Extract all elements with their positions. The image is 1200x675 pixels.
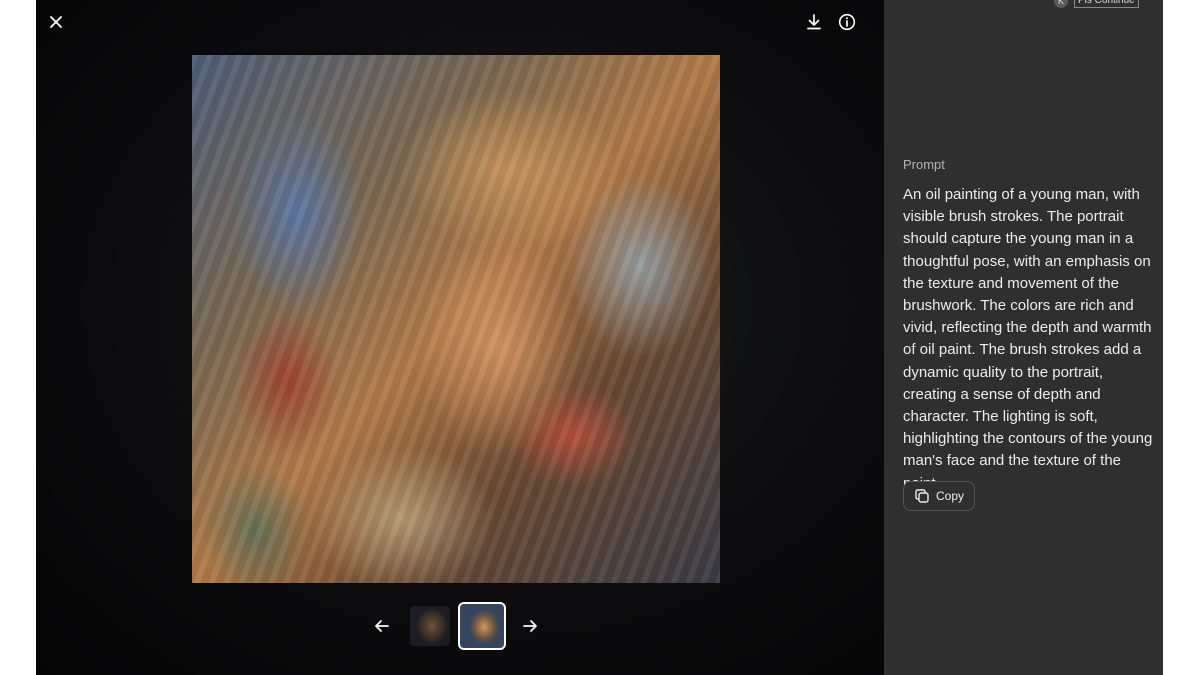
copy-button[interactable]: Copy xyxy=(903,481,976,511)
generated-image xyxy=(192,55,720,583)
next-image-button[interactable] xyxy=(516,612,544,640)
previous-image-button[interactable] xyxy=(368,612,396,640)
avatar: K xyxy=(1054,0,1068,8)
thumbnail-2-selected[interactable] xyxy=(458,602,506,650)
download-icon xyxy=(807,14,821,30)
user-label: Pls Continue xyxy=(1074,0,1139,8)
image-viewer xyxy=(36,0,884,675)
user-tag: K Pls Continue xyxy=(1054,0,1139,8)
arrow-left-icon xyxy=(375,620,389,632)
copy-icon xyxy=(915,489,929,503)
arrow-right-icon xyxy=(523,620,537,632)
copy-button-label: Copy xyxy=(936,489,965,503)
page-margin xyxy=(1163,0,1200,675)
close-icon xyxy=(50,16,62,28)
prompt-side-panel: K Pls Continue Prompt An oil painting of… xyxy=(884,0,1163,675)
info-icon xyxy=(838,13,856,31)
thumbnail-strip xyxy=(36,602,884,650)
download-button[interactable] xyxy=(800,8,828,36)
info-button[interactable] xyxy=(833,8,861,36)
thumbnail-1[interactable] xyxy=(410,606,450,646)
prompt-text: An oil painting of a young man, with vis… xyxy=(903,186,1153,492)
close-button[interactable] xyxy=(42,8,70,36)
prompt-heading: Prompt xyxy=(903,157,945,172)
